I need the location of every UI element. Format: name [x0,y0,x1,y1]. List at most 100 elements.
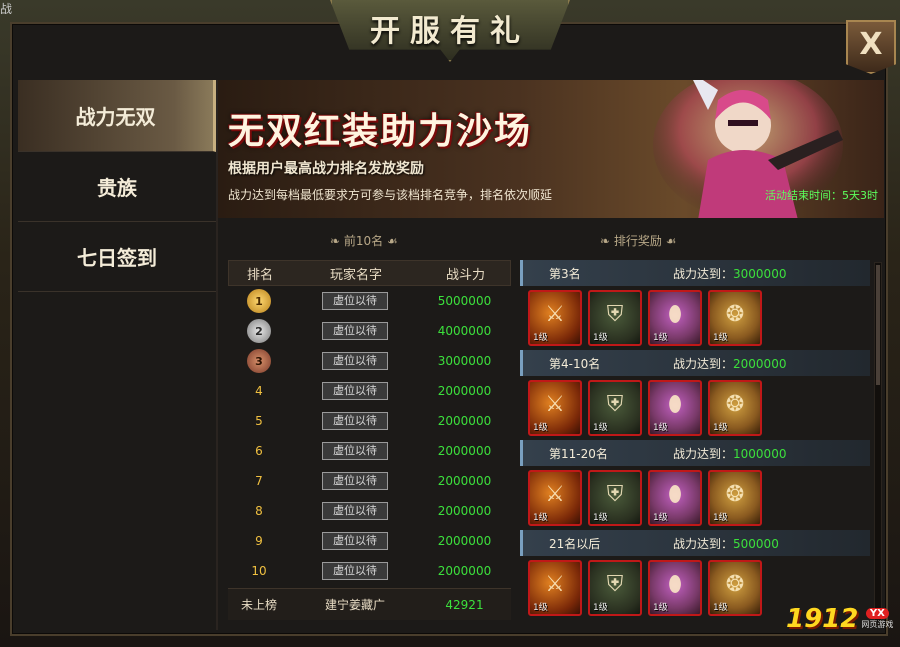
tier-rank-label: 第11-20名 [549,446,608,461]
rank-cell: 5 [255,414,263,428]
rewards-section-title: ❧ 排行奖励 ☙ [600,234,677,248]
sidebar-item-label: 七日签到 [77,246,157,270]
reward-tier-header: 第3名 战力达到：3000000 [520,260,870,286]
vacant-badge: 虚位以待 [322,322,388,340]
bronze-medal-icon: 3 [247,349,271,373]
table-row: 8 虚位以待 2000000 [228,496,511,526]
item-level-label: 1级 [533,333,548,343]
column-header-rank: 排名 [246,267,273,283]
sidebar-item-power[interactable]: 战力无双 [18,80,216,152]
sidebar-item-noble[interactable]: 贵族 [18,152,216,222]
requirement-value: 1000000 [733,446,787,461]
sword-icon: ⚔ [545,572,565,597]
item-level-label: 1级 [653,603,668,613]
player-name-cell: 虚位以待 [290,292,420,310]
vacant-badge: 虚位以待 [322,562,388,580]
sword-icon: ⚔ [545,482,565,507]
tier-rank-label: 第4-10名 [549,356,601,371]
table-row: 9 虚位以待 2000000 [228,526,511,556]
rank-cell: 9 [255,534,263,548]
power-cell: 2000000 [437,444,492,458]
rank-cell: 7 [255,474,263,488]
player-name-cell: 虚位以待 [290,502,420,520]
sword-icon: ⚔ [545,392,565,417]
ranking-rows: 1 虚位以待 5000000 2 虚位以待 4000000 3 虚位以待 3000000 4 虚位以… [228,286,511,586]
player-name-cell: 虚位以待 [290,532,420,550]
brand-logo: 1912 YX 网页游戏 [786,604,893,634]
table-row: 4 虚位以待 2000000 [228,376,511,406]
sidebar-item-signin[interactable]: 七日签到 [18,222,216,292]
item-level-label: 1级 [713,333,728,343]
logo-badge: YX 网页游戏 [861,608,893,630]
item-level-label: 1级 [593,333,608,343]
item-level-label: 1级 [593,513,608,523]
power-cell: 2000000 [437,564,492,578]
event-end-time: 活动结束时间：5天3时 [765,189,878,202]
banner-subtitle: 根据用户最高战力排名发放奖励 [228,161,424,177]
table-row: 5 虚位以待 2000000 [228,406,511,436]
player-name-cell: 虚位以待 [290,442,420,460]
sidebar-item-label: 战力无双 [75,105,156,129]
table-row: 2 虚位以待 4000000 [228,316,511,346]
logo-caption: 网页游戏 [861,620,894,629]
power-cell: 4000000 [437,324,492,338]
requirement-value: 3000000 [733,266,787,281]
rewards-scrollbar[interactable] [874,262,882,626]
reward-item-slot[interactable]: ⛨ 1级 [588,380,642,436]
scrollbar-thumb[interactable] [876,265,880,385]
reward-item-slot[interactable]: ❂ 1级 [708,560,762,616]
rank-cell: 8 [255,504,263,518]
vacant-badge: 虚位以待 [322,382,388,400]
table-row: 3 虚位以待 3000000 [228,346,511,376]
vacant-badge: 虚位以待 [322,352,388,370]
vacant-badge: 虚位以待 [322,502,388,520]
column-header-power: 战斗力 [445,267,485,283]
item-level-label: 1级 [653,423,668,433]
vacant-badge: 虚位以待 [322,412,388,430]
item-level-label: 1级 [653,333,668,343]
requirement-prefix: 战力达到： [673,356,734,371]
requirement-value: 500000 [733,536,779,551]
armor-icon: ⛨ [606,482,624,507]
sidebar-item-label: 贵族 [97,176,137,200]
reward-item-slot[interactable]: ⛨ 1级 [588,290,642,346]
sidebar: 战力无双 贵族 七日签到 [18,80,216,292]
banner-title: 无双红装助力沙场 [228,110,533,152]
event-banner: 无双红装助力沙场 根据用户最高战力排名发放奖励 战力达到每档最低要求方可参与该档… [218,80,884,218]
reward-item-slot[interactable]: ❂ 1级 [708,380,762,436]
reward-item-slot[interactable]: ⚔ 1级 [528,470,582,526]
reward-item-slot[interactable]: ⬮ 1级 [648,470,702,526]
boots-icon: ⬮ [668,482,682,507]
power-cell: 2000000 [437,384,492,398]
tier-requirement: 战力达到：500000 [673,535,779,552]
my-rank-row: 未上榜 建宁姜藏广 42921 [228,588,511,620]
tier-requirement: 战力达到：1000000 [673,445,786,462]
reward-item-slot[interactable]: ⬮ 1级 [648,380,702,436]
rank-cell: 2 [228,319,290,343]
reward-item-slot[interactable]: ⬮ 1级 [648,560,702,616]
item-level-label: 1级 [593,603,608,613]
armor-icon: ⛨ [606,572,624,597]
vacant-badge: 虚位以待 [322,472,388,490]
power-cell: 2000000 [437,414,492,428]
close-button[interactable]: X [846,20,896,74]
necklace-icon: ❂ [725,482,745,507]
rank-cell: 3 [228,349,290,373]
reward-item-slot[interactable]: ❂ 1级 [708,470,762,526]
reward-item-slot[interactable]: ⚔ 1级 [528,290,582,346]
requirement-prefix: 战力达到： [673,536,734,551]
ranking-header-row: 排名 玩家名字 战斗力 [228,260,511,286]
rewards-list: 第3名 战力达到：3000000 ⚔ 1级 ⛨ 1级 ⬮ 1级 ❂ 1级 第4-10名 战力达到：20… [520,260,870,628]
necklace-icon: ❂ [725,392,745,417]
table-row: 10 虚位以待 2000000 [228,556,511,586]
reward-item-slot[interactable]: ⛨ 1级 [588,470,642,526]
item-level-label: 1级 [713,423,728,433]
reward-item-slot[interactable]: ⚔ 1级 [528,380,582,436]
reward-item-slot[interactable]: ⛨ 1级 [588,560,642,616]
reward-item-slot[interactable]: ⚔ 1级 [528,560,582,616]
vacant-badge: 虚位以待 [322,532,388,550]
reward-tier: 第3名 战力达到：3000000 ⚔ 1级 ⛨ 1级 ⬮ 1级 ❂ 1级 [520,260,870,350]
reward-item-slot[interactable]: ⬮ 1级 [648,290,702,346]
table-row: 7 虚位以待 2000000 [228,466,511,496]
reward-item-slot[interactable]: ❂ 1级 [708,290,762,346]
